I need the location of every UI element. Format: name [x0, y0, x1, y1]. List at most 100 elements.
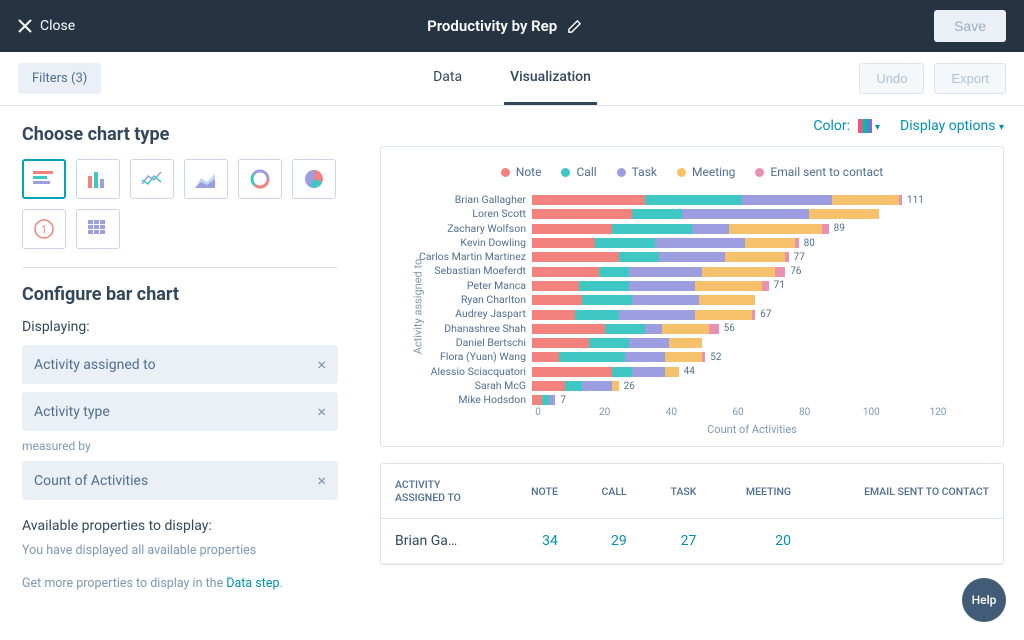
- bar-segment: [745, 238, 795, 248]
- table-header[interactable]: EMAIL SENT TO CONTACT: [805, 464, 1003, 519]
- data-table: ACTIVITY ASSIGNED TONOTECALLTASKMEETINGE…: [380, 463, 1004, 565]
- bar-segment: [899, 195, 902, 205]
- bar-segment: [729, 224, 822, 234]
- bar-segment: [709, 324, 719, 334]
- remove-icon[interactable]: ×: [317, 471, 326, 490]
- y-category-label: Mike Hodsdon: [417, 393, 532, 407]
- export-button[interactable]: Export: [934, 63, 1006, 94]
- bar-row[interactable]: 77: [532, 250, 985, 264]
- y-category-label: Zachary Wolfson: [417, 222, 532, 236]
- bar-row[interactable]: 44: [532, 365, 985, 379]
- y-category-label: Sebastian Moeferdt: [417, 264, 532, 278]
- legend-item[interactable]: Email sent to contact: [755, 165, 883, 179]
- bar-segment: [605, 324, 645, 334]
- bar-row[interactable]: 67: [532, 307, 985, 321]
- measure-chip[interactable]: Count of Activities ×: [22, 461, 338, 500]
- bar-total-label: 80: [804, 238, 815, 249]
- table-header[interactable]: TASK: [641, 464, 711, 519]
- bar-row[interactable]: 26: [532, 379, 985, 393]
- chart-type-donut[interactable]: [238, 159, 282, 199]
- bar-row[interactable]: 56: [532, 322, 985, 336]
- color-picker[interactable]: Color: ▾: [813, 118, 880, 134]
- chart-type-line[interactable]: [130, 159, 174, 199]
- x-tick: 40: [666, 407, 677, 418]
- y-category-label: Peter Manca: [417, 279, 532, 293]
- bar-total-label: 44: [684, 366, 695, 377]
- measured-by-label: measured by: [22, 439, 338, 453]
- bar-segment: [599, 267, 629, 277]
- page-title: Productivity by Rep: [427, 17, 557, 35]
- choose-chart-heading: Choose chart type: [22, 124, 338, 145]
- bar-segment: [702, 352, 705, 362]
- bar-segment: [612, 224, 692, 234]
- bar-row[interactable]: [532, 336, 985, 350]
- bar-row[interactable]: 80: [532, 236, 985, 250]
- bar-row[interactable]: 71: [532, 279, 985, 293]
- bar-row[interactable]: [532, 293, 985, 307]
- bar-segment: [629, 281, 696, 291]
- table-row[interactable]: Brian Ga…34292720: [381, 519, 1003, 564]
- close-button[interactable]: Close: [18, 18, 75, 34]
- display-options-dropdown[interactable]: Display options ▾: [900, 118, 1004, 134]
- legend-item[interactable]: Meeting: [677, 165, 735, 179]
- table-header[interactable]: NOTE: [501, 464, 572, 519]
- bar-segment: [822, 224, 829, 234]
- chart-type-hbar[interactable]: [22, 159, 66, 199]
- bar-segment: [632, 367, 665, 377]
- bar-segment: [775, 267, 785, 277]
- table-header[interactable]: MEETING: [710, 464, 805, 519]
- available-props-label: Available properties to display:: [22, 518, 338, 534]
- bar-segment: [655, 238, 745, 248]
- bar-segment: [645, 195, 742, 205]
- displaying-dim-1[interactable]: Activity assigned to ×: [22, 345, 338, 384]
- save-button[interactable]: Save: [934, 10, 1006, 42]
- configure-heading: Configure bar chart: [22, 284, 338, 305]
- bar-segment: [589, 338, 629, 348]
- displaying-dim-2[interactable]: Activity type ×: [22, 392, 338, 431]
- bar-segment: [682, 209, 809, 219]
- remove-icon[interactable]: ×: [317, 402, 326, 421]
- filters-button[interactable]: Filters (3): [18, 63, 101, 94]
- svg-text:1: 1: [41, 225, 47, 236]
- chart-type-area[interactable]: [184, 159, 228, 199]
- legend-item[interactable]: Task: [617, 165, 657, 179]
- bar-segment: [809, 209, 879, 219]
- y-category-label: Carlos Martin Martinez: [417, 250, 532, 264]
- bar-segment: [795, 238, 798, 248]
- legend-item[interactable]: Note: [501, 165, 542, 179]
- bar-row[interactable]: 52: [532, 350, 985, 364]
- y-category-label: Daniel Bertschi: [417, 336, 532, 350]
- legend-item[interactable]: Call: [561, 165, 596, 179]
- y-category-label: Brian Gallagher: [417, 193, 532, 207]
- tab-visualization[interactable]: Visualization: [504, 52, 597, 105]
- bar-row[interactable]: 7: [532, 393, 985, 407]
- chart-card: Note Call Task Meeting Email sent to contact…: [380, 146, 1004, 447]
- chart-type-single-value[interactable]: 1: [22, 209, 66, 249]
- chart-type-vbar[interactable]: [76, 159, 120, 199]
- tab-data[interactable]: Data: [427, 52, 468, 105]
- bar-row[interactable]: 89: [532, 222, 985, 236]
- y-category-label: Dhanashree Shah: [417, 322, 532, 336]
- bar-segment: [629, 267, 702, 277]
- bar-segment: [549, 395, 556, 405]
- bar-segment: [785, 252, 788, 262]
- bar-segment: [632, 295, 699, 305]
- bar-total-label: 71: [774, 280, 785, 291]
- remove-icon[interactable]: ×: [317, 355, 326, 374]
- undo-button[interactable]: Undo: [859, 63, 924, 94]
- bar-row[interactable]: [532, 207, 985, 221]
- bar-row[interactable]: 111: [532, 193, 985, 207]
- help-button[interactable]: Help: [962, 578, 1006, 622]
- bar-row[interactable]: 76: [532, 264, 985, 278]
- data-step-link[interactable]: Data step: [226, 576, 279, 591]
- edit-icon[interactable]: [567, 19, 582, 34]
- bar-segment: [532, 252, 619, 262]
- bar-segment: [532, 267, 599, 277]
- table-header[interactable]: CALL: [572, 464, 641, 519]
- bar-segment: [532, 352, 559, 362]
- bar-total-label: 7: [560, 395, 566, 406]
- chart-type-table[interactable]: [76, 209, 120, 249]
- table-header[interactable]: ACTIVITY ASSIGNED TO: [381, 464, 501, 519]
- chart-type-pie[interactable]: [292, 159, 336, 199]
- y-category-label: Alessio Sciacquatori: [417, 365, 532, 379]
